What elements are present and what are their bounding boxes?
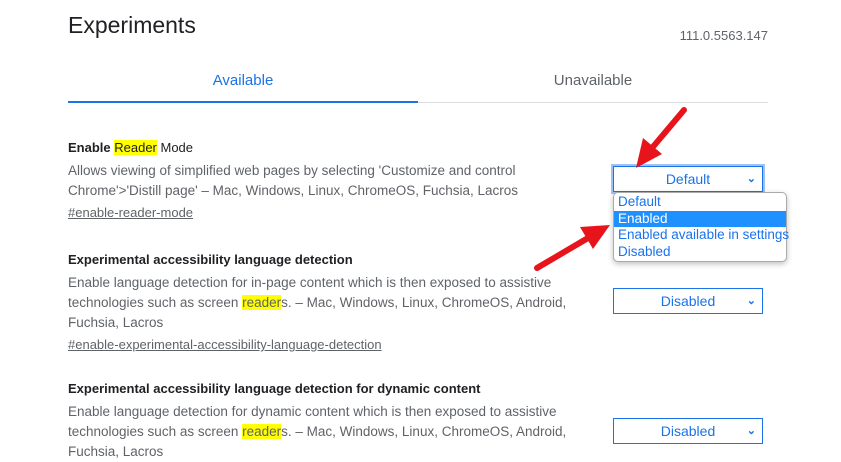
chevron-down-icon: ⌄: [746, 425, 756, 437]
experiment-language-detection-dynamic: Experimental accessibility language dete…: [68, 379, 608, 462]
language-detection-select[interactable]: Disabled ⌄: [613, 288, 763, 314]
experiment-description: Allows viewing of simplified web pages b…: [68, 163, 519, 198]
experiment-title: Enable Reader Mode: [68, 138, 608, 158]
tab-available[interactable]: Available: [68, 62, 418, 103]
search-highlight: reader: [242, 295, 282, 310]
select-value: Disabled: [660, 423, 716, 439]
option-default[interactable]: Default: [614, 194, 786, 211]
select-value: Disabled: [660, 293, 716, 309]
experiment-title: Experimental accessibility language dete…: [68, 252, 353, 267]
title-text: Enable: [68, 140, 115, 155]
experiment-description: Enable language detection for in-page co…: [68, 273, 608, 333]
experiment-language-detection: Experimental accessibility language dete…: [68, 250, 608, 355]
reader-mode-select[interactable]: Default ⌄: [611, 164, 765, 194]
tab-unavailable[interactable]: Unavailable: [418, 62, 768, 102]
option-enabled-available-in-settings[interactable]: Enabled available in settings: [614, 227, 789, 244]
experiment-title: Experimental accessibility language dete…: [68, 381, 481, 396]
experiment-reader-mode: Enable Reader Mode Allows viewing of sim…: [68, 138, 608, 223]
page-title: Experiments: [68, 12, 196, 38]
experiment-link[interactable]: #enable-experimental-accessibility-langu…: [68, 335, 382, 355]
tab-bar: Available Unavailable: [68, 62, 768, 103]
search-highlight: Reader: [114, 140, 157, 155]
chevron-down-icon: ⌄: [746, 173, 756, 185]
option-disabled[interactable]: Disabled: [614, 244, 786, 261]
search-highlight: reader: [242, 424, 282, 439]
experiment-link[interactable]: #enable-reader-mode: [68, 203, 193, 223]
language-detection-dynamic-select[interactable]: Disabled ⌄: [613, 418, 763, 444]
option-enabled[interactable]: Enabled: [614, 210, 786, 227]
version-label: 111.0.5563.147: [679, 28, 768, 43]
title-text: Mode: [156, 140, 194, 155]
select-dropdown-list: Default Enabled Enabled available in set…: [613, 192, 789, 262]
experiment-description: Enable language detection for dynamic co…: [68, 402, 608, 462]
chevron-down-icon: ⌄: [746, 295, 756, 307]
red-arrow-icon: [636, 107, 687, 168]
select-value: Default: [665, 171, 711, 187]
